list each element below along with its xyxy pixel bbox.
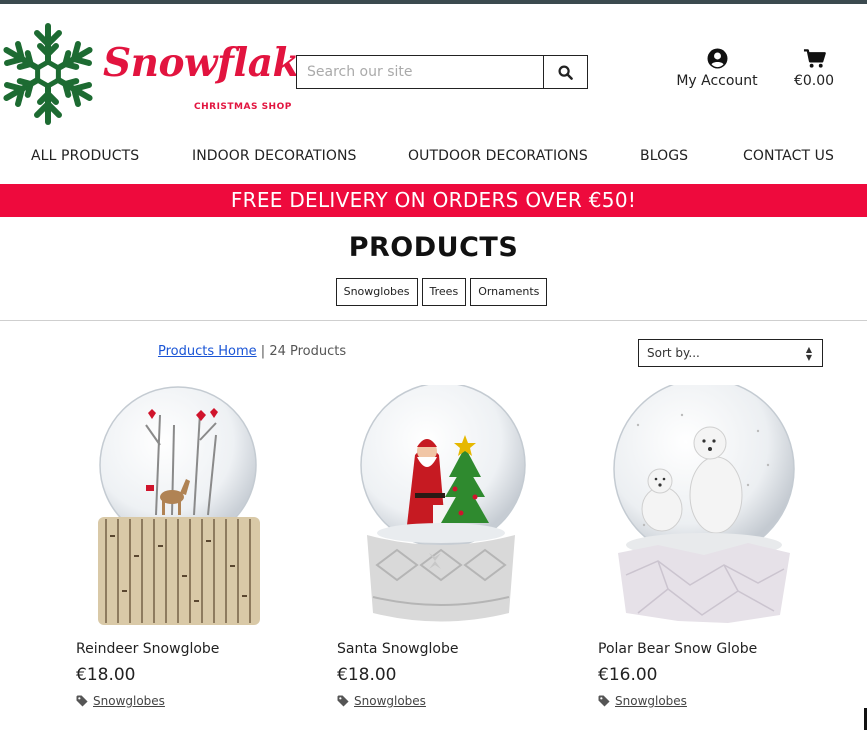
tag-icon	[598, 695, 610, 707]
search-input[interactable]	[297, 56, 543, 88]
my-account-label: My Account	[676, 73, 758, 89]
product-price: €18.00	[76, 665, 136, 685]
section-divider	[0, 320, 867, 321]
breadcrumb-separator: |	[256, 344, 270, 359]
product-price: €16.00	[598, 665, 658, 685]
polar-bear-snowglobe-image[interactable]	[598, 385, 798, 630]
product-category: Snowglobes	[598, 694, 687, 708]
product-category: Snowglobes	[337, 694, 426, 708]
cart-total: €0.00	[793, 73, 835, 89]
filter-snowglobes[interactable]: Snowglobes	[335, 278, 418, 306]
reindeer-snowglobe-image[interactable]	[76, 385, 276, 630]
category-link[interactable]: Snowglobes	[615, 694, 687, 708]
nav-outdoor-decorations[interactable]: OUTDOOR DECORATIONS	[408, 148, 588, 164]
product-name[interactable]: Polar Bear Snow Globe	[598, 641, 757, 657]
category-link[interactable]: Snowglobes	[354, 694, 426, 708]
page-title: PRODUCTS	[348, 232, 519, 263]
product-price: €18.00	[337, 665, 397, 685]
nav-indoor-decorations[interactable]: INDOOR DECORATIONS	[192, 148, 357, 164]
product-count: 24 Products	[269, 344, 347, 359]
cart-link[interactable]: €0.00	[786, 48, 842, 89]
santa-snowglobe-image[interactable]	[337, 385, 537, 630]
sort-arrows-icon: ▲ ▼	[805, 345, 812, 362]
search-icon	[558, 64, 573, 80]
tag-icon	[76, 695, 88, 707]
filter-trees[interactable]: Trees	[421, 278, 467, 306]
nav-all-products[interactable]: ALL PRODUCTS	[31, 148, 139, 164]
delivery-banner: FREE DELIVERY ON ORDERS OVER €50!	[0, 184, 867, 217]
breadcrumb: Products Home | 24 Products	[158, 344, 346, 359]
user-circle-icon	[707, 48, 727, 69]
main-nav: ALL PRODUCTS INDOOR DECORATIONS OUTDOOR …	[0, 148, 867, 170]
sort-select[interactable]: Sort by... ▲ ▼	[638, 339, 823, 367]
sort-selected-value: Sort by...	[647, 346, 700, 360]
snowflake-icon	[2, 23, 98, 126]
search-form	[296, 55, 588, 89]
product-name[interactable]: Reindeer Snowglobe	[76, 641, 219, 657]
category-link[interactable]: Snowglobes	[93, 694, 165, 708]
tag-icon	[337, 695, 349, 707]
product-category: Snowglobes	[76, 694, 165, 708]
search-button[interactable]	[543, 56, 587, 88]
brand-tagline: CHRISTMAS SHOP	[194, 102, 292, 112]
top-accent-bar	[0, 0, 867, 4]
shopping-cart-icon	[803, 49, 826, 68]
filter-ornaments[interactable]: Ornaments	[470, 278, 548, 306]
nav-blogs[interactable]: BLOGS	[640, 148, 688, 164]
site-logo[interactable]: Snowflakes CHRISTMAS SHOP	[2, 22, 345, 126]
category-filters: Snowglobes Trees Ornaments	[0, 278, 867, 306]
products-home-link[interactable]: Products Home	[158, 344, 257, 359]
product-name[interactable]: Santa Snowglobe	[337, 641, 458, 657]
nav-contact-us[interactable]: CONTACT US	[743, 148, 834, 164]
my-account-link[interactable]: My Account	[672, 48, 762, 89]
